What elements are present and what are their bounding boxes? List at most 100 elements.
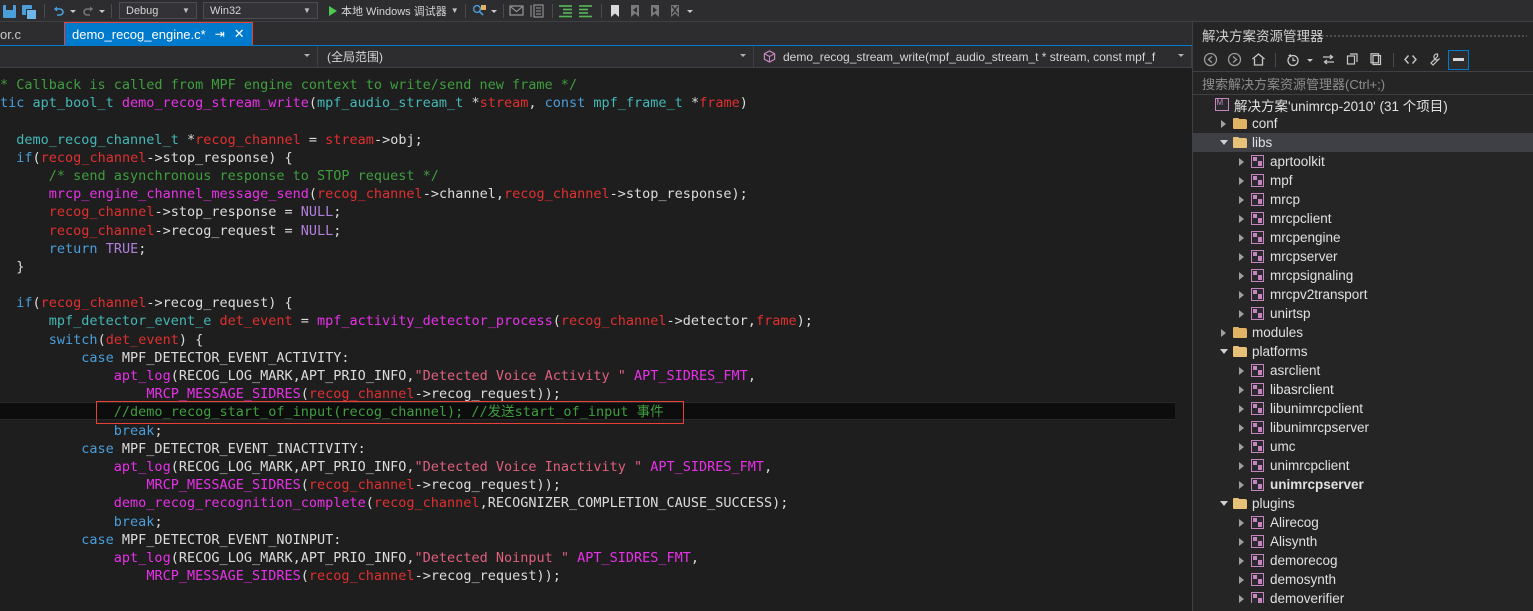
code-line[interactable]: * Callback is called from MPF engine con…	[0, 76, 813, 94]
chevron-down-icon[interactable]	[1217, 140, 1230, 145]
pin-icon[interactable]: ⇥	[215, 27, 225, 41]
code-line[interactable]: }	[0, 258, 813, 276]
undo-dropdown-icon[interactable]	[69, 2, 78, 20]
code-line[interactable]: MRCP_MESSAGE_SIDRES(recog_channel->recog…	[0, 385, 813, 403]
code-editor[interactable]: * Callback is called from MPF engine con…	[0, 68, 1175, 611]
chevron-right-icon[interactable]	[1235, 518, 1248, 527]
code-line[interactable]: if(recog_channel->recog_request) {	[0, 294, 813, 312]
chevron-right-icon[interactable]	[1235, 176, 1248, 185]
code-line[interactable]: demo_recog_channel_t *recog_channel = st…	[0, 131, 813, 149]
code-line[interactable]	[0, 112, 813, 130]
chevron-right-icon[interactable]	[1235, 271, 1248, 280]
pending-changes-dropdown-icon[interactable]	[1306, 51, 1315, 69]
code-line[interactable]: recog_channel->recog_request = NULL;	[0, 222, 813, 240]
tree-item-mrcpclient[interactable]: mrcpclient	[1193, 209, 1533, 228]
forward-icon[interactable]	[1224, 50, 1245, 70]
tree-item-demosynth[interactable]: demosynth	[1193, 570, 1533, 589]
tree-item-mpf[interactable]: mpf	[1193, 171, 1533, 190]
chevron-right-icon[interactable]	[1217, 119, 1230, 128]
code-line[interactable]: demo_recog_recognition_complete(recog_ch…	[0, 494, 813, 512]
chevron-right-icon[interactable]	[1217, 328, 1230, 337]
code-line[interactable]: mpf_detector_event_e det_event = mpf_act…	[0, 312, 813, 330]
pending-changes-icon[interactable]	[1282, 50, 1303, 70]
redo-icon[interactable]	[78, 2, 98, 20]
refresh-icon[interactable]	[1342, 50, 1363, 70]
code-line[interactable]: case MPF_DETECTOR_EVENT_NOINPUT:	[0, 531, 813, 549]
properties-icon[interactable]	[1424, 50, 1445, 70]
configuration-selector[interactable]: Debug ▼	[119, 2, 197, 19]
back-icon[interactable]	[1200, 50, 1221, 70]
tree-item-platforms[interactable]: platforms	[1193, 342, 1533, 361]
tree-item-demorecog[interactable]: demorecog	[1193, 551, 1533, 570]
chevron-right-icon[interactable]	[1235, 537, 1248, 546]
find-icon[interactable]	[470, 2, 490, 20]
save-icon[interactable]	[0, 2, 20, 20]
code-line[interactable]: case MPF_DETECTOR_EVENT_INACTIVITY:	[0, 440, 813, 458]
undo-icon[interactable]	[49, 2, 69, 20]
show-all-files-icon[interactable]	[1400, 50, 1421, 70]
sync-with-active-document-icon[interactable]	[1318, 50, 1339, 70]
chevron-right-icon[interactable]	[1235, 480, 1248, 489]
tree-item-alirecog[interactable]: Alirecog	[1193, 513, 1533, 532]
chevron-right-icon[interactable]	[1235, 594, 1248, 603]
platform-selector[interactable]: Win32 ▼	[203, 2, 318, 19]
tree-item-libs[interactable]: libs	[1193, 133, 1533, 152]
scope-dropdown[interactable]: (全局范围)	[318, 46, 754, 67]
code-line[interactable]: MRCP_MESSAGE_SIDRES(recog_channel->recog…	[0, 567, 813, 585]
chevron-right-icon[interactable]	[1235, 366, 1248, 375]
tree-item-asrclient[interactable]: asrclient	[1193, 361, 1533, 380]
redo-dropdown-icon[interactable]	[98, 2, 107, 20]
tree-item-mrcpserver[interactable]: mrcpserver	[1193, 247, 1533, 266]
decrease-indent-icon[interactable]	[577, 2, 597, 20]
chevron-right-icon[interactable]	[1235, 290, 1248, 299]
code-line[interactable]: break;	[0, 422, 813, 440]
save-all-icon[interactable]	[20, 2, 40, 20]
code-line[interactable]: apt_log(RECOG_LOG_MARK,APT_PRIO_INFO,"De…	[0, 549, 813, 567]
code-line[interactable]: apt_log(RECOG_LOG_MARK,APT_PRIO_INFO,"De…	[0, 367, 813, 385]
code-line[interactable]: mrcp_engine_channel_message_send(recog_c…	[0, 185, 813, 203]
code-line[interactable]: case MPF_DETECTOR_EVENT_ACTIVITY:	[0, 349, 813, 367]
tree-item-umc[interactable]: umc	[1193, 437, 1533, 456]
chevron-down-icon[interactable]	[1217, 501, 1230, 506]
tree-item-conf[interactable]: conf	[1193, 114, 1533, 133]
chevron-right-icon[interactable]	[1235, 404, 1248, 413]
code-line[interactable]: MRCP_MESSAGE_SIDRES(recog_channel->recog…	[0, 476, 813, 494]
code-line[interactable]: if(recog_channel->stop_response) {	[0, 149, 813, 167]
tree-item-unirtsp[interactable]: unirtsp	[1193, 304, 1533, 323]
tree-item-alisynth[interactable]: Alisynth	[1193, 532, 1533, 551]
chevron-right-icon[interactable]	[1235, 575, 1248, 584]
tree-item-libunimrcpclient[interactable]: libunimrcpclient	[1193, 399, 1533, 418]
tab-previous-document[interactable]: or.c	[0, 22, 62, 46]
chevron-right-icon[interactable]	[1235, 442, 1248, 451]
tree-item-mrcpsignaling[interactable]: mrcpsignaling	[1193, 266, 1533, 285]
toolbar-overflow-icon[interactable]	[686, 2, 695, 20]
tree-item-unimrcpserver[interactable]: unimrcpserver	[1193, 475, 1533, 494]
chevron-right-icon[interactable]	[1235, 195, 1248, 204]
clear-bookmarks-icon[interactable]	[666, 2, 686, 20]
next-bookmark-icon[interactable]	[646, 2, 666, 20]
increase-indent-icon[interactable]	[557, 2, 577, 20]
code-line[interactable]: //demo_recog_start_of_input(recog_channe…	[0, 403, 813, 421]
start-debugging-button[interactable]: 本地 Windows 调试器 ▼	[327, 3, 461, 19]
code-line[interactable]	[0, 276, 813, 294]
code-line[interactable]: /* send asynchronous response to STOP re…	[0, 167, 813, 185]
solution-tree[interactable]: 解决方案'unimrcp-2010' (31 个项目) conf libs aprto…	[1193, 95, 1533, 603]
tab-demo-recog-engine-c[interactable]: demo_recog_engine.c* ⇥ ✕	[64, 22, 253, 46]
previous-bookmark-icon[interactable]	[626, 2, 646, 20]
chevron-right-icon[interactable]	[1235, 385, 1248, 394]
tree-item-unimrcp-2010-31[interactable]: 解决方案'unimrcp-2010' (31 个项目)	[1193, 95, 1533, 114]
chevron-right-icon[interactable]	[1235, 157, 1248, 166]
chevron-right-icon[interactable]	[1235, 556, 1248, 565]
preview-selected-items-icon[interactable]	[1448, 49, 1469, 70]
toggle-bookmark-icon[interactable]	[606, 2, 626, 20]
tree-item-unimrcpclient[interactable]: unimrcpclient	[1193, 456, 1533, 475]
chevron-right-icon[interactable]	[1235, 252, 1248, 261]
member-dropdown[interactable]: demo_recog_stream_write(mpf_audio_stream…	[754, 46, 1192, 67]
code-line[interactable]: apt_log(RECOG_LOG_MARK,APT_PRIO_INFO,"De…	[0, 458, 813, 476]
chevron-right-icon[interactable]	[1235, 423, 1248, 432]
code-line[interactable]: tic apt_bool_t demo_recog_stream_write(m…	[0, 94, 813, 112]
chevron-down-icon[interactable]: ▼	[451, 6, 459, 15]
tree-item-modules[interactable]: modules	[1193, 323, 1533, 342]
chevron-right-icon[interactable]	[1235, 309, 1248, 318]
project-scope-dropdown[interactable]	[0, 46, 318, 67]
